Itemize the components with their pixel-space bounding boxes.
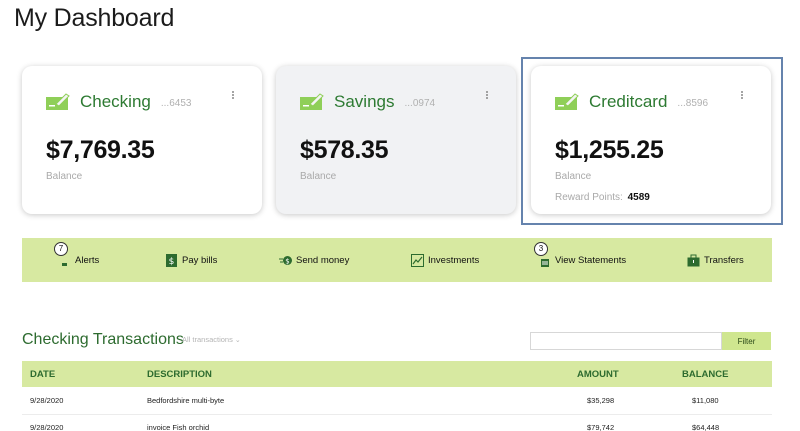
account-name: Checking <box>80 92 151 111</box>
page-title: My Dashboard <box>14 4 175 32</box>
action-investments[interactable]: Investments <box>411 238 479 282</box>
column-header-date[interactable]: DATE <box>22 361 147 387</box>
action-send-money[interactable]: $ Send money <box>279 238 349 282</box>
chevron-down-icon: ⌄ <box>234 337 241 344</box>
transactions-title: Checking Transactions <box>22 331 184 348</box>
statements-count-badge: 3 <box>534 241 548 256</box>
reward-points-label: Reward Points: <box>555 192 623 203</box>
send-money-icon: $ <box>279 254 292 267</box>
action-label: Pay bills <box>182 254 218 266</box>
alert-icon: 7 <box>54 241 71 267</box>
more-options-icon[interactable] <box>230 90 236 104</box>
transactions-filter-select[interactable]: All transactions ⌄ <box>182 335 241 344</box>
check-icon <box>555 93 579 111</box>
cell-balance: $64,448 <box>665 414 772 431</box>
table-row[interactable]: 9/28/2020 invoice Fish orchid $79,742 $6… <box>22 414 772 431</box>
account-card-savings[interactable]: Savings ...0974 $578.35 Balance <box>276 66 516 214</box>
action-label: View Statements <box>555 254 627 266</box>
transactions-table: DATE DESCRIPTION AMOUNT BALANCE 9/28/202… <box>22 361 772 431</box>
account-balance: $1,255.25 <box>555 136 664 164</box>
action-label: Investments <box>428 254 480 266</box>
briefcase-icon <box>687 254 700 267</box>
action-label: Send money <box>296 254 350 266</box>
cell-date: 9/28/2020 <box>22 387 147 415</box>
alerts-count-badge: 7 <box>54 241 68 256</box>
account-name: Creditcard <box>589 92 668 111</box>
cell-amount: $35,298 <box>567 387 665 415</box>
action-label: Transfers <box>704 254 744 266</box>
dollar-bill-icon: $ <box>165 253 178 267</box>
filter-button[interactable]: Filter <box>722 332 771 350</box>
transactions-search-input[interactable] <box>530 332 722 350</box>
balance-label: Balance <box>555 171 592 182</box>
table-row[interactable]: 9/28/2020 Bedfordshire multi-byte $35,29… <box>22 387 772 415</box>
filter-selected-value: All transactions <box>182 335 233 344</box>
statement-icon: 3 <box>534 241 551 267</box>
action-label: Alerts <box>75 254 100 266</box>
column-header-amount[interactable]: AMOUNT <box>567 361 665 387</box>
account-number: ...0974 <box>404 98 436 109</box>
cell-date: 9/28/2020 <box>22 414 147 431</box>
action-transfers[interactable]: Transfers <box>687 238 744 282</box>
account-card-checking[interactable]: Checking ...6453 $7,769.35 Balance <box>22 66 262 214</box>
cell-amount: $79,742 <box>567 414 665 431</box>
chart-icon <box>411 253 424 267</box>
check-icon <box>300 93 324 111</box>
cell-description: Bedfordshire multi-byte <box>147 387 567 415</box>
table-header-row: DATE DESCRIPTION AMOUNT BALANCE <box>22 361 772 387</box>
account-card-creditcard[interactable]: Creditcard ...8596 $1,255.25 Balance Rew… <box>531 66 771 214</box>
action-alerts[interactable]: 7 Alerts <box>54 238 100 282</box>
more-options-icon[interactable] <box>739 90 745 104</box>
check-icon <box>46 93 70 111</box>
column-header-description[interactable]: DESCRIPTION <box>147 361 567 387</box>
balance-label: Balance <box>300 171 337 182</box>
cell-description: invoice Fish orchid <box>147 414 567 431</box>
svg-text:$: $ <box>169 257 175 267</box>
account-name: Savings <box>334 92 395 111</box>
svg-text:$: $ <box>285 257 289 265</box>
quick-actions-bar: 7 Alerts $ Pay bills $ Send money Invest… <box>22 238 772 282</box>
account-balance: $578.35 <box>300 136 389 164</box>
more-options-icon[interactable] <box>484 90 490 104</box>
column-header-balance[interactable]: BALANCE <box>665 361 772 387</box>
action-view-statements[interactable]: 3 View Statements <box>534 238 627 282</box>
cell-balance: $11,080 <box>665 387 772 415</box>
account-number: ...6453 <box>160 98 192 109</box>
reward-points-value: 4589 <box>627 192 650 203</box>
account-number: ...8596 <box>677 98 709 109</box>
account-balance: $7,769.35 <box>46 136 155 164</box>
reward-points: Reward Points: 4589 <box>555 192 650 203</box>
action-pay-bills[interactable]: $ Pay bills <box>165 238 217 282</box>
balance-label: Balance <box>46 171 83 182</box>
